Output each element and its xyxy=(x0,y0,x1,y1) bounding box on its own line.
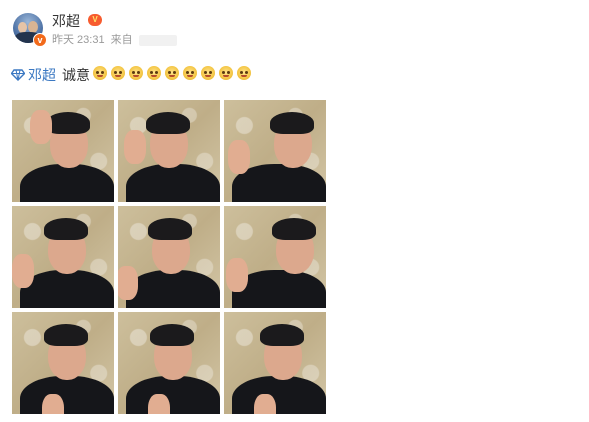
post-text: 邓超 诚意 xyxy=(11,65,255,85)
dog-face-emoji-icon xyxy=(219,65,233,80)
photo-1[interactable] xyxy=(12,100,114,202)
dog-face-emoji-icon xyxy=(147,65,161,80)
photo-5[interactable] xyxy=(118,206,220,308)
dog-face-emoji-icon xyxy=(201,65,215,80)
photo-6[interactable] xyxy=(224,206,326,308)
mention-link[interactable]: 邓超 xyxy=(28,65,56,85)
post-meta: 昨天 23:31 来自 xyxy=(52,33,183,47)
dog-face-emoji-icon xyxy=(93,65,107,80)
photo-8[interactable] xyxy=(118,312,220,414)
post-source-prefix: 来自 xyxy=(110,34,133,46)
vip-crown-icon[interactable]: V xyxy=(88,14,102,26)
photo-9[interactable] xyxy=(224,312,326,414)
dog-face-emoji-icon xyxy=(237,65,251,80)
dog-face-emoji-icon xyxy=(183,65,197,80)
post-body-text: 诚意 xyxy=(62,67,90,83)
dog-face-emoji-icon xyxy=(111,65,125,80)
post-source-redacted xyxy=(138,34,177,46)
verified-badge-icon: v xyxy=(33,33,47,47)
dog-face-emoji-icon xyxy=(129,65,143,80)
emoji-row xyxy=(93,65,255,85)
photo-4[interactable] xyxy=(12,206,114,308)
author-name[interactable]: 邓超 xyxy=(52,12,80,30)
photo-grid xyxy=(12,100,326,414)
dog-face-emoji-icon xyxy=(165,65,179,80)
photo-2[interactable] xyxy=(118,100,220,202)
photo-7[interactable] xyxy=(12,312,114,414)
post-time[interactable]: 昨天 23:31 xyxy=(52,34,105,46)
photo-3[interactable] xyxy=(224,100,326,202)
diamond-icon xyxy=(11,69,25,81)
